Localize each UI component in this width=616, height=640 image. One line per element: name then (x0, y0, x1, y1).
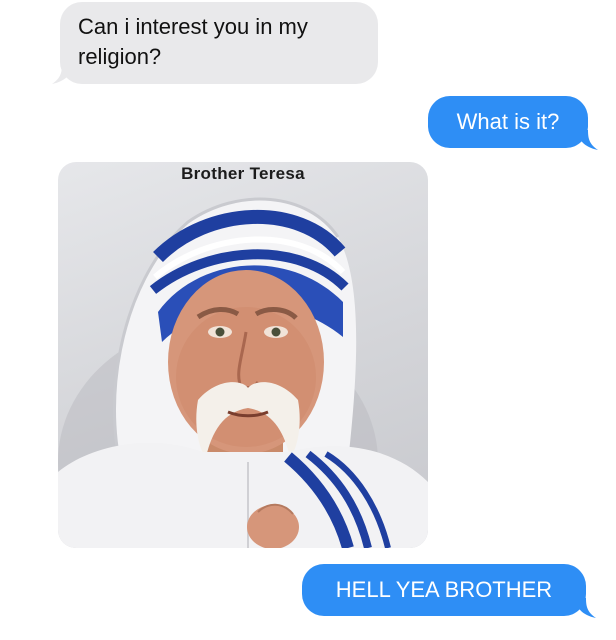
incoming-message-bubble[interactable]: Can i interest you in my religion? (60, 2, 378, 84)
outgoing-message-bubble[interactable]: HELL YEA BROTHER (302, 564, 586, 616)
message-text: What is it? (456, 109, 560, 134)
message-text: Can i interest you in my religion? (78, 14, 308, 69)
message-text: HELL YEA BROTHER (335, 577, 553, 602)
image-message[interactable]: Brother Teresa (58, 162, 428, 548)
image-caption: Brother Teresa (181, 164, 305, 183)
bubble-tail-icon (52, 64, 72, 84)
outgoing-message-bubble[interactable]: What is it? (428, 96, 588, 148)
bubble-tail-icon (578, 130, 598, 150)
bubble-tail-icon (576, 598, 596, 618)
message-thread: Can i interest you in my religion? What … (0, 0, 616, 640)
meme-portrait-image (58, 197, 428, 548)
